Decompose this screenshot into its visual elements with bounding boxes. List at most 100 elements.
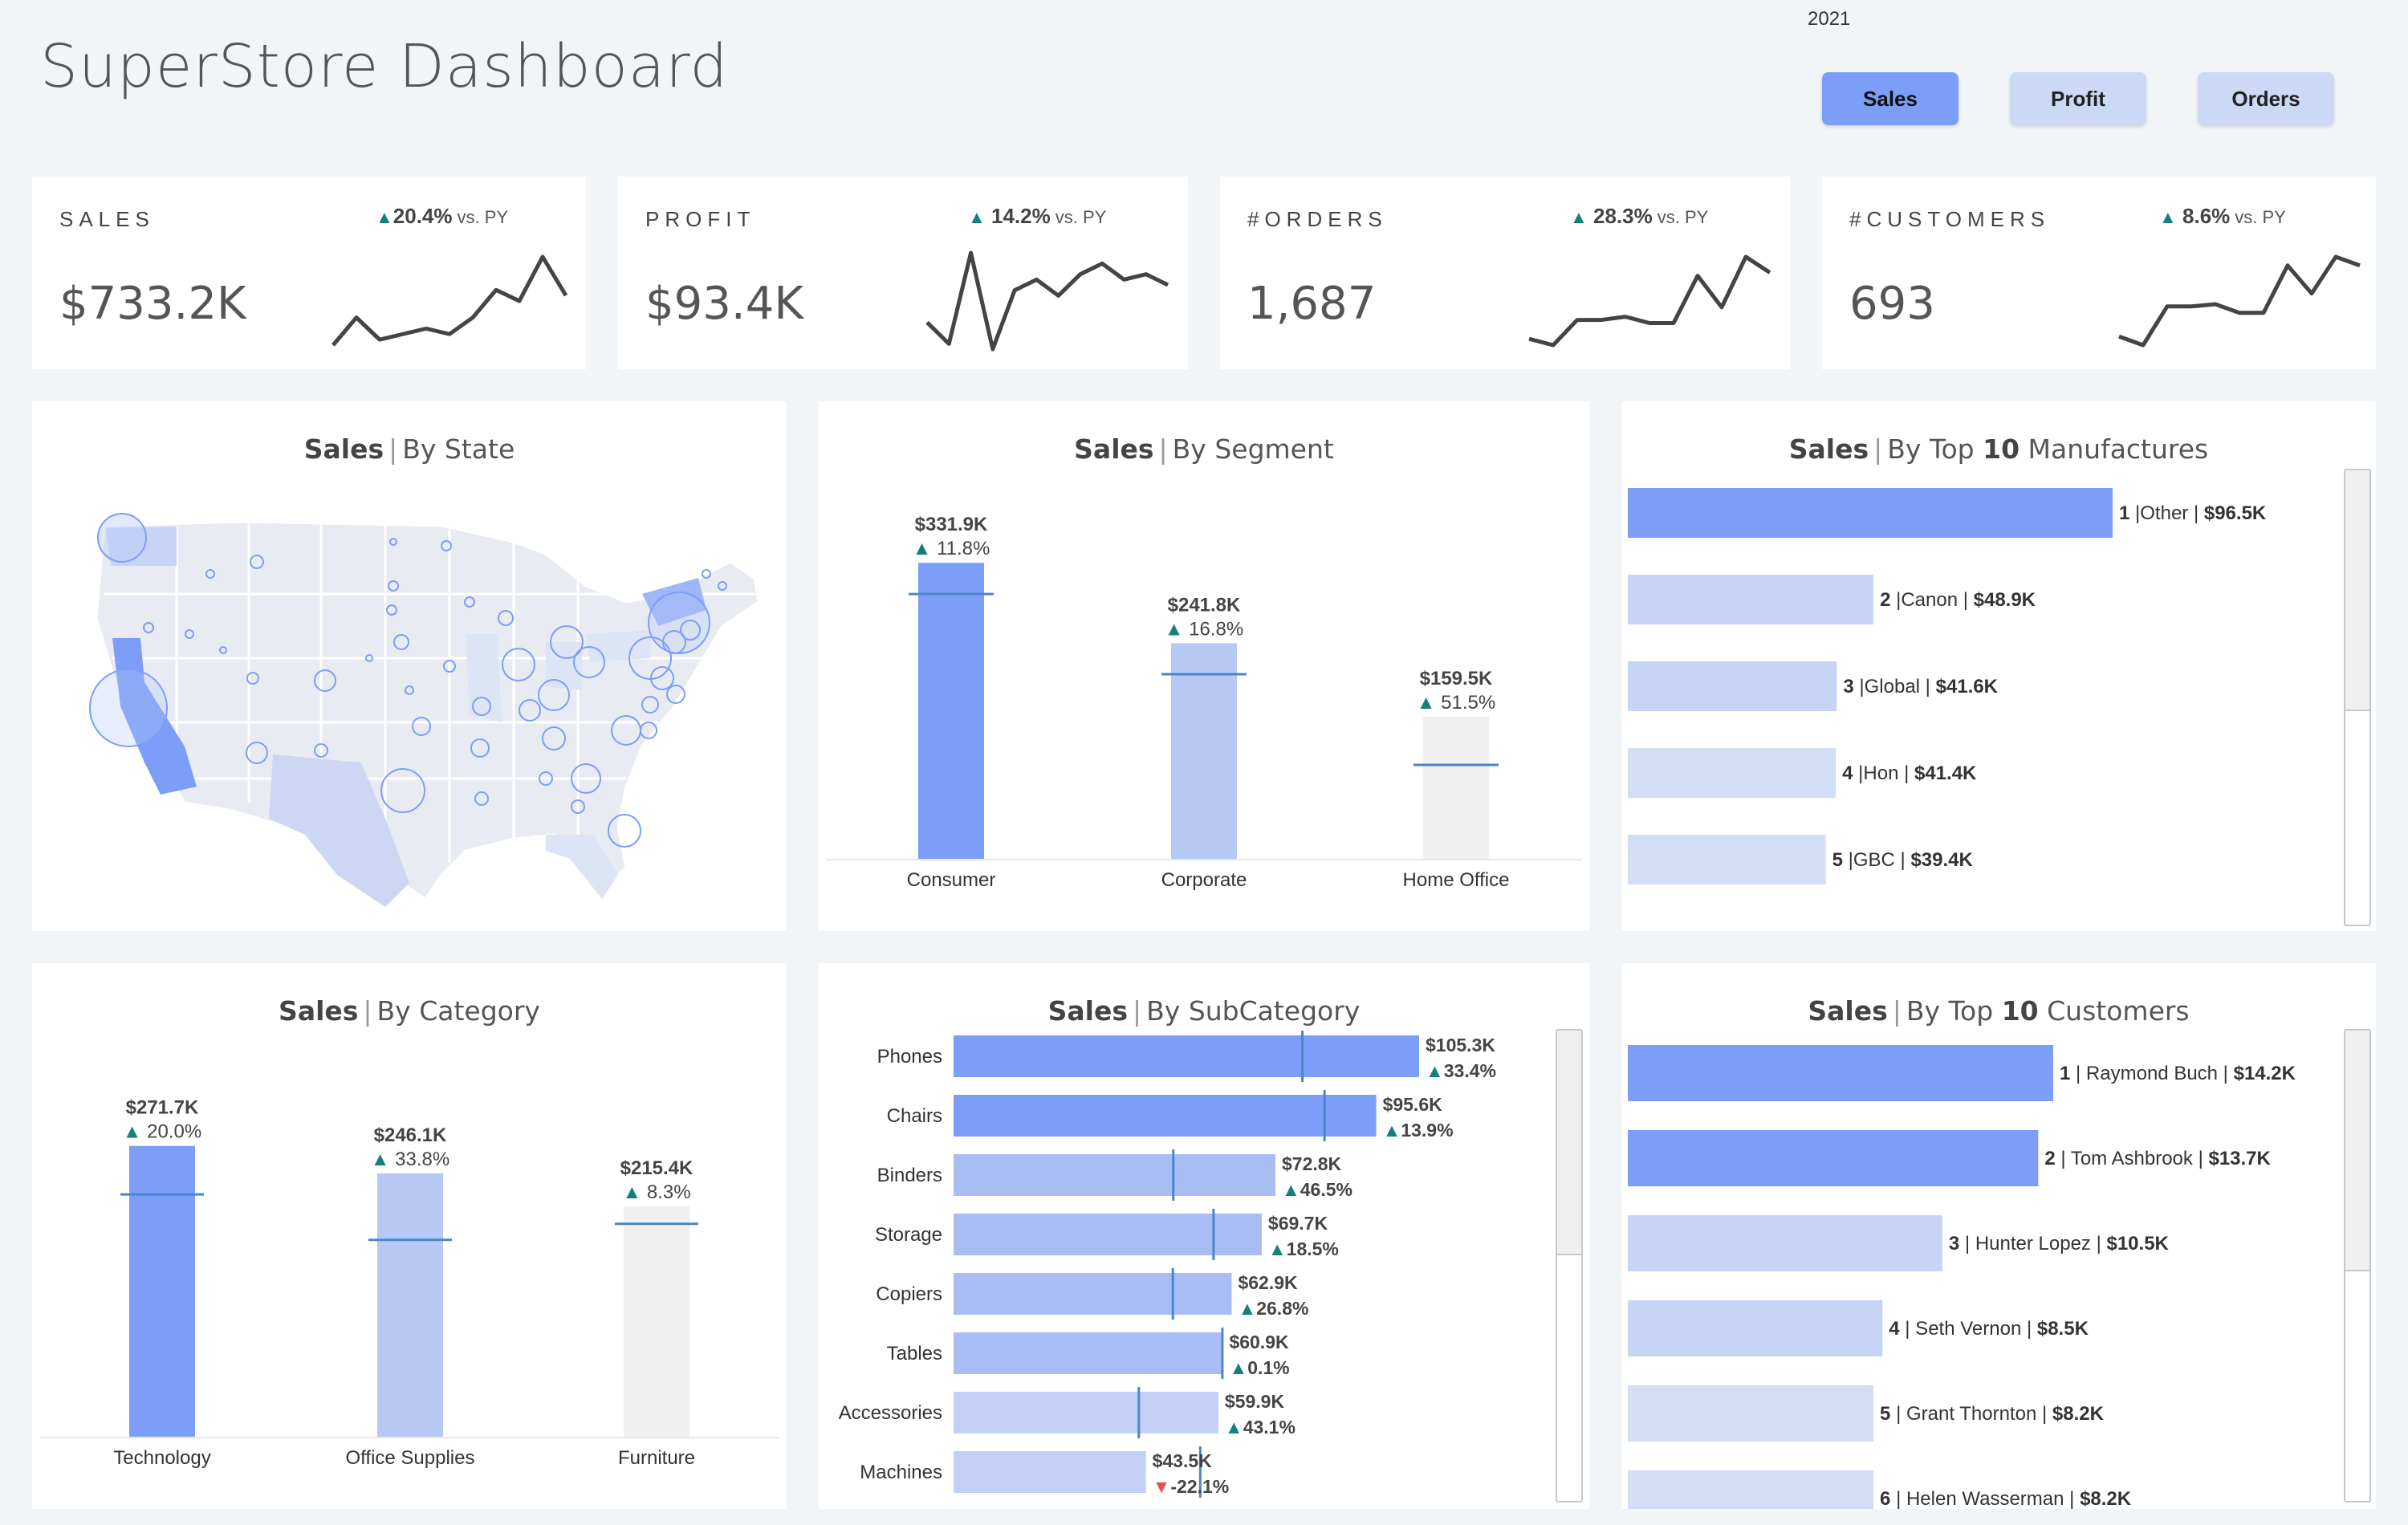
bar-delta-label: ▼-22.1% — [1153, 1476, 1230, 1497]
bar-value-label: $241.8K — [1168, 594, 1241, 616]
kpi-card-profit: PROFIT ▲ 14.2% vs. PY $93.4K — [618, 177, 1188, 369]
value: $10.5K — [2106, 1233, 2169, 1255]
kpi-delta: ▲ 28.3% vs. PY — [1570, 204, 1709, 228]
bar[interactable] — [1423, 716, 1489, 859]
bar[interactable] — [1628, 1470, 1874, 1509]
kpi-label: SALES — [59, 207, 155, 231]
value: $13.7K — [2208, 1148, 2271, 1169]
name: |GBC | — [1843, 849, 1910, 871]
subcategory-label: Binders — [877, 1165, 942, 1186]
bar[interactable] — [624, 1206, 689, 1437]
customers-scrollbar[interactable] — [2344, 1029, 2371, 1503]
bar[interactable] — [1628, 1385, 1874, 1442]
bar[interactable] — [1628, 1130, 2039, 1186]
delta-text: 46.5% — [1300, 1179, 1352, 1200]
bar[interactable] — [954, 1035, 1419, 1077]
up-triangle-icon: ▲ — [1268, 1238, 1287, 1259]
bar[interactable] — [954, 1451, 1146, 1493]
rank: 6 — [1880, 1488, 1890, 1509]
bar-delta-label: ▲43.1% — [1225, 1417, 1296, 1438]
sales-toggle-button[interactable]: Sales — [1822, 72, 1959, 125]
panel-sales-by-customers: Sales | By Top 10 Customers 1 | Raymond Bu… — [1621, 963, 2376, 1509]
up-triangle-icon: ▲ — [371, 1149, 395, 1170]
scrollbar-thumb[interactable] — [2345, 470, 2369, 711]
scrollbar-thumb[interactable] — [1557, 1031, 1581, 1255]
bar-label: 1 |Other | $96.5K — [2119, 502, 2267, 524]
kpi-delta: ▲20.4% vs. PY — [376, 204, 509, 228]
up-triangle-icon: ▲ — [1229, 1357, 1247, 1378]
bar[interactable] — [954, 1273, 1232, 1315]
profit-toggle-button[interactable]: Profit — [2010, 72, 2146, 125]
manufactures-scrollbar[interactable] — [2344, 469, 2371, 926]
customers-bar-chart: 1 | Raymond Buch | $14.2K 2 | Tom Ashbroo… — [1628, 1045, 2296, 1509]
kpi-value: $93.4K — [645, 278, 804, 330]
bar[interactable] — [954, 1154, 1275, 1196]
value: $39.4K — [1910, 849, 1973, 871]
scrollbar-thumb[interactable] — [2345, 1031, 2369, 1271]
up-triangle-icon: ▲ — [1383, 1120, 1401, 1141]
name: |Global | — [1854, 676, 1936, 697]
bar[interactable] — [1171, 643, 1237, 859]
bar[interactable] — [129, 1145, 195, 1437]
up-triangle-icon: ▲ — [1238, 1298, 1256, 1319]
up-triangle-icon: ▲ — [123, 1121, 147, 1143]
bar-value-label: $72.8K — [1282, 1153, 1342, 1174]
sparkline-path — [332, 254, 568, 347]
name: | Helen Wasserman | — [1890, 1488, 2080, 1509]
bar[interactable] — [954, 1332, 1223, 1374]
category-label: Furniture — [618, 1447, 695, 1469]
bar[interactable] — [1628, 748, 1837, 798]
up-triangle-icon: ▲ — [622, 1181, 646, 1203]
sparkline-path — [925, 250, 1169, 352]
bar-delta-label: ▲18.5% — [1268, 1238, 1339, 1259]
kpi-sparkline — [925, 250, 1169, 352]
bar-label: 3 |Global | $41.6K — [1843, 676, 1998, 697]
bar-value-label: $159.5K — [1420, 668, 1493, 689]
kpi-delta: ▲ 14.2% vs. PY — [968, 204, 1107, 228]
bar-label: 1 | Raymond Buch | $14.2K — [2060, 1063, 2296, 1084]
rank: 4 — [1842, 762, 1853, 784]
bar[interactable] — [1628, 575, 1874, 624]
panel-sales-by-manufactures: Sales | By Top 10 Manufactures 1 |Other | … — [1621, 401, 2376, 931]
bar-label: 5 | Grant Thornton | $8.2K — [1880, 1403, 2105, 1425]
bar[interactable] — [1628, 1300, 1883, 1356]
delta-text: 16.8% — [1189, 618, 1243, 640]
bar[interactable] — [954, 1214, 1262, 1255]
subcategory-label: Copiers — [876, 1283, 942, 1305]
delta-text: 11.8% — [937, 538, 990, 559]
kpi-value: 693 — [1849, 278, 1935, 330]
delta-text: 8.3% — [647, 1181, 691, 1203]
bar-delta-label: ▲33.4% — [1426, 1060, 1496, 1081]
bar[interactable] — [954, 1392, 1218, 1434]
state-illinois[interactable] — [466, 634, 502, 722]
bar[interactable] — [918, 563, 984, 859]
bar[interactable] — [1628, 661, 1837, 711]
bar[interactable] — [1628, 835, 1826, 885]
delta-text: 0.1% — [1247, 1357, 1289, 1378]
category-label: Consumer — [907, 869, 996, 891]
bar[interactable] — [377, 1173, 443, 1437]
bar[interactable] — [1628, 488, 2113, 538]
subcategory-scrollbar[interactable] — [1556, 1029, 1583, 1503]
panel-sales-by-segment: Sales | By Segment $331.9K ▲ 11.8% Consumer $… — [819, 401, 1589, 931]
bar-delta-label: ▲0.1% — [1229, 1357, 1289, 1378]
delta-text: 33.8% — [395, 1149, 449, 1170]
us-state-map[interactable] — [64, 498, 771, 915]
value: $8.2K — [2052, 1403, 2105, 1425]
bar[interactable] — [1628, 1215, 1942, 1271]
bar[interactable] — [1628, 1045, 2053, 1101]
delta-text: 13.9% — [1401, 1120, 1453, 1141]
us-map-shape — [95, 520, 760, 901]
rank: 2 — [1880, 589, 1890, 611]
bar-label: 6 | Helen Wasserman | $8.2K — [1880, 1488, 2132, 1509]
panel-title: Sales | By State — [303, 433, 515, 465]
rank: 2 — [2044, 1148, 2055, 1169]
bar[interactable] — [954, 1095, 1377, 1137]
name: | Seth Vernon | — [1900, 1318, 2037, 1340]
bar-delta-label: ▲ 51.5% — [1417, 692, 1495, 714]
subcategory-label: Chairs — [887, 1105, 942, 1127]
delta-text: 26.8% — [1256, 1298, 1308, 1319]
state-pennsylvania[interactable] — [586, 630, 650, 662]
orders-toggle-button[interactable]: Orders — [2198, 72, 2334, 125]
delta-text: 51.5% — [1441, 692, 1495, 714]
